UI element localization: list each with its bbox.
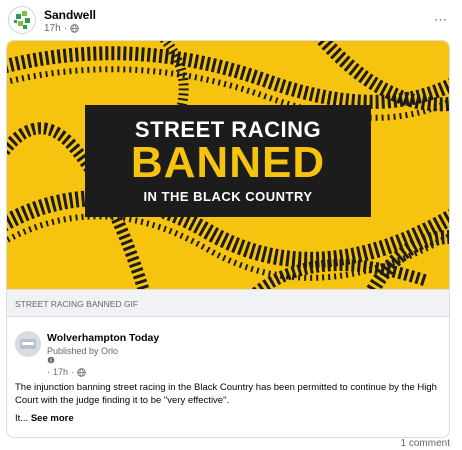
gif-image[interactable]: STREET RACING BANNED IN THE BLACK COUNTR… <box>7 41 449 289</box>
shared-post-text: The injunction banning street racing in … <box>15 382 437 406</box>
post-header: Sandwell 17h · ⋯ <box>8 6 458 38</box>
post-meta: 17h · <box>44 23 79 34</box>
more-options-icon[interactable]: ⋯ <box>434 12 448 28</box>
sandwell-logo-icon <box>14 11 30 29</box>
shared-author[interactable]: Wolverhampton Today <box>47 332 159 344</box>
comments-count[interactable]: 1 comment <box>401 438 450 449</box>
shared-card: STREET RACING BANNED IN THE BLACK COUNTR… <box>6 40 450 438</box>
shared-post: Wolverhampton Today Published by Orlo · … <box>7 323 449 437</box>
globe-icon <box>70 24 79 33</box>
meta-separator: · <box>63 23 68 34</box>
post-time[interactable]: 17h <box>44 23 61 34</box>
post-author[interactable]: Sandwell <box>44 8 96 22</box>
gif-banner: STREET RACING BANNED IN THE BLACK COUNTR… <box>85 105 371 217</box>
globe-icon <box>77 367 86 377</box>
see-more-line: It... See more <box>15 413 74 424</box>
gif-caption: STREET RACING BANNED GIF <box>7 289 449 317</box>
banner-line-3: IN THE BLACK COUNTRY <box>143 189 313 204</box>
shared-separator: · <box>47 367 50 377</box>
published-by: Published by Orlo <box>47 346 119 356</box>
shared-time[interactable]: 17h <box>53 367 68 377</box>
text-ellipsis: It... <box>15 413 29 424</box>
news-logo-icon <box>15 331 41 357</box>
info-dot-icon[interactable] <box>47 356 55 364</box>
shared-page-avatar[interactable] <box>15 331 41 357</box>
see-more-link[interactable]: See more <box>31 413 74 424</box>
shared-separator-2: · <box>71 367 75 377</box>
banner-line-2: BANNED <box>130 138 326 187</box>
shared-meta: · 17h · <box>47 367 86 377</box>
page-avatar[interactable] <box>8 6 36 34</box>
